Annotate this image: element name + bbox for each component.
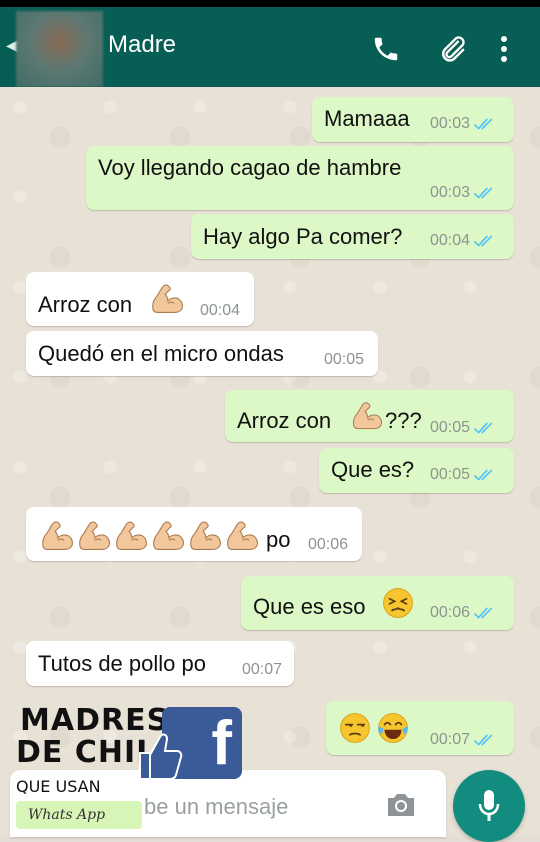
- message-bubble-out[interactable]: 00:07: [326, 701, 514, 755]
- message-meta: 00:06: [430, 604, 496, 622]
- message-text: Arroz con: [237, 408, 332, 433]
- status-bar: [0, 0, 540, 7]
- message-time: 00:04: [430, 232, 471, 249]
- message-text: Que es eso: [253, 594, 366, 619]
- avatar[interactable]: [16, 11, 103, 87]
- message-time: 00:06: [308, 536, 349, 553]
- message-meta: 00:05: [430, 419, 496, 437]
- message-bubble-in[interactable]: Tutos de pollo po 00:07: [26, 641, 294, 686]
- double-check-icon: [474, 468, 496, 482]
- double-check-icon: [474, 186, 496, 200]
- message-time: 00:05: [324, 351, 365, 368]
- message-meta: 00:05: [430, 466, 496, 484]
- message-time: 00:05: [430, 419, 471, 436]
- flexed-biceps-emoji: [112, 517, 148, 553]
- chat-header: ◀ Madre: [0, 7, 540, 87]
- flexed-biceps-emoji: [349, 398, 383, 432]
- message-bubble-out[interactable]: Arroz con ??? 00:05: [225, 390, 514, 442]
- double-check-icon: [474, 234, 496, 248]
- message-meta: 00:03: [430, 184, 496, 202]
- mic-button[interactable]: [453, 770, 525, 842]
- message-text: Que es?: [331, 457, 415, 482]
- double-check-icon: [474, 421, 496, 435]
- message-time: 00:05: [430, 466, 471, 483]
- double-check-icon: [474, 117, 496, 131]
- microphone-icon: [478, 790, 500, 821]
- message-time: 00:07: [242, 661, 283, 678]
- message-text: Hay algo Pa comer?: [203, 224, 403, 249]
- more-vert-icon[interactable]: [486, 31, 522, 67]
- attach-icon[interactable]: [434, 31, 470, 67]
- message-bubble-out[interactable]: Voy llegando cagao de hambre 00:03: [86, 146, 514, 210]
- message-bubble-out[interactable]: Mamaaa 00:03: [312, 97, 514, 142]
- watermark-line3: QUE USAN: [16, 777, 101, 796]
- message-text: po: [266, 527, 291, 552]
- whatsapp-badge: Whats App: [16, 801, 142, 829]
- message-text: Mamaaa: [324, 106, 410, 131]
- message-text: Quedó en el micro ondas: [38, 341, 284, 366]
- message-text: Arroz con: [38, 292, 133, 317]
- face-with-tears-of-joy-emoji: [376, 711, 410, 745]
- flexed-biceps-emoji: [223, 517, 259, 553]
- thumbs-up-icon: [139, 733, 183, 780]
- message-bubble-in[interactable]: Quedó en el micro ondas 00:05: [26, 331, 378, 376]
- persevering-face-emoji: [381, 586, 415, 620]
- flexed-biceps-emoji: [75, 517, 111, 553]
- message-text: Voy llegando cagao de hambre: [98, 155, 402, 180]
- message-time: 00:03: [430, 115, 471, 132]
- message-bubble-out[interactable]: Que es eso 00:06: [241, 576, 514, 630]
- message-suffix: ???: [385, 408, 422, 433]
- flexed-biceps-emoji: [148, 280, 184, 316]
- double-check-icon: [474, 606, 496, 620]
- message-meta: 00:03: [430, 115, 496, 133]
- message-bubble-in[interactable]: po 00:06: [26, 507, 362, 561]
- contact-name[interactable]: Madre: [108, 31, 176, 59]
- flexed-biceps-emoji: [149, 517, 185, 553]
- watermark-logo: MADRES DE CHILE QUE USAN Whats App f: [12, 701, 244, 837]
- message-meta: 00:07: [430, 731, 496, 749]
- phone-icon[interactable]: [368, 31, 404, 67]
- message-time: 00:04: [200, 302, 241, 319]
- message-text: Tutos de pollo po: [38, 651, 206, 676]
- flexed-biceps-emoji: [38, 517, 74, 553]
- message-bubble-out[interactable]: Que es? 00:05: [319, 448, 514, 493]
- flexed-biceps-emoji: [186, 517, 222, 553]
- message-time: 00:06: [430, 604, 471, 621]
- message-time: 00:03: [430, 184, 471, 201]
- double-check-icon: [474, 733, 496, 747]
- camera-icon[interactable]: [384, 790, 418, 824]
- message-bubble-in[interactable]: Arroz con 00:04: [26, 272, 254, 326]
- message-bubble-out[interactable]: Hay algo Pa comer? 00:04: [191, 214, 514, 259]
- message-time: 00:07: [430, 731, 471, 748]
- unamused-face-emoji: [338, 711, 372, 745]
- message-meta: 00:04: [430, 232, 496, 250]
